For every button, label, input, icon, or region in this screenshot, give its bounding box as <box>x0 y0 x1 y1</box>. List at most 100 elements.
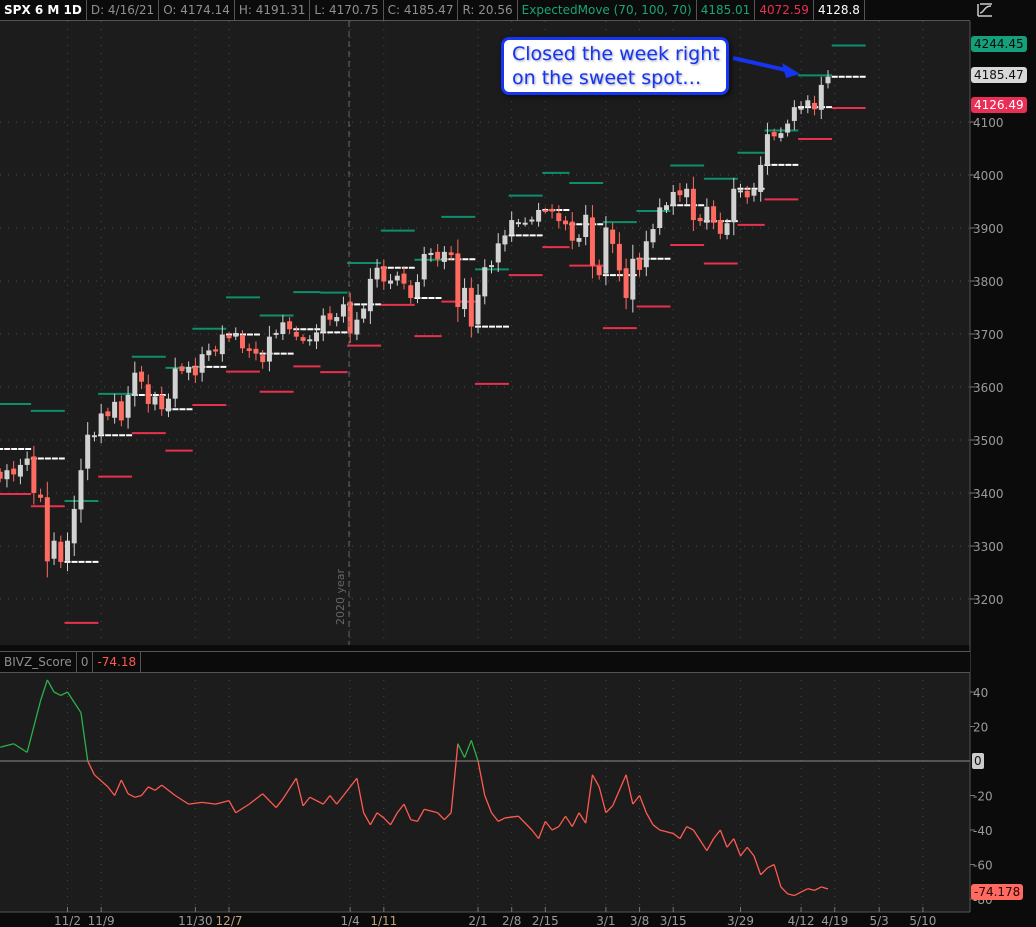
candle-body <box>118 401 124 421</box>
price-chart[interactable]: 3200330034003500360037003800390040004100… <box>0 0 1036 927</box>
candle-body <box>812 102 818 110</box>
candle-body <box>347 301 353 334</box>
candle-body <box>273 332 279 335</box>
time-tick-label: 1/11 <box>370 914 397 927</box>
candle-body <box>112 401 118 418</box>
price-tick-label: 3600 <box>973 381 1004 395</box>
price-tick-label: 3800 <box>973 275 1004 289</box>
candle-body <box>616 243 622 271</box>
candle-body <box>448 252 454 256</box>
candle-body <box>44 497 50 562</box>
candle-body <box>744 190 750 198</box>
annotation-line-2: on the sweet spot… <box>512 67 702 89</box>
candle-body <box>327 313 333 320</box>
annotation-callout[interactable]: Closed the week right on the sweet spot… <box>501 37 729 95</box>
annotation-line-1: Closed the week right <box>512 43 720 65</box>
candle-body <box>401 273 407 284</box>
candle-body <box>78 470 84 510</box>
candle-body <box>152 396 158 405</box>
candle-body <box>340 304 346 317</box>
last-price-badge: 4185.47 <box>971 67 1027 83</box>
candle-body <box>663 205 669 210</box>
osc-tick-label: -20 <box>973 790 993 804</box>
lower-price-badge: 4126.49 <box>971 97 1027 113</box>
candle-body <box>462 287 468 310</box>
candle-body <box>798 107 804 110</box>
candle-body <box>455 253 461 307</box>
candle-body <box>186 366 192 373</box>
candle-body <box>91 435 97 438</box>
oscillator-value: -74.18 <box>93 652 142 672</box>
candle-body <box>697 217 703 222</box>
candle-body <box>441 251 447 262</box>
candle-body <box>132 372 138 397</box>
candle-body <box>145 384 151 404</box>
time-tick-label: 3/1 <box>596 914 615 927</box>
candle-body <box>549 208 555 212</box>
candle-body <box>199 354 205 373</box>
candle-body <box>125 394 131 418</box>
price-tick-label: 4100 <box>973 116 1004 130</box>
candle-body <box>589 217 595 266</box>
candle-body <box>58 541 64 562</box>
oscillator-header: BIVZ_Score 0 -74.18 <box>0 651 970 673</box>
price-tick-label: 3200 <box>973 593 1004 607</box>
candle-body <box>266 336 272 362</box>
time-tick-label: 2/15 <box>532 914 559 927</box>
candle-body <box>408 285 414 298</box>
candle-body <box>825 76 831 84</box>
candle-body <box>31 456 37 493</box>
price-tick-label: 3500 <box>973 434 1004 448</box>
candle-body <box>603 227 609 274</box>
price-tick-label: 4000 <box>973 169 1004 183</box>
candle-body <box>17 464 23 477</box>
osc-tick-label: 40 <box>973 686 988 700</box>
candle-body <box>71 508 77 544</box>
candle-body <box>670 191 676 206</box>
candle-body <box>38 494 44 498</box>
candle-body <box>542 209 548 212</box>
osc-tick-label: -40 <box>973 824 993 838</box>
candle-body <box>172 368 178 399</box>
candle-body <box>771 132 777 137</box>
candle-body <box>206 350 212 356</box>
candle-body <box>563 220 569 225</box>
candle-body <box>414 282 420 298</box>
candle-body <box>637 258 643 270</box>
zero-badge: 0 <box>972 753 984 769</box>
price-tick-label: 3300 <box>973 540 1004 554</box>
candle-body <box>293 331 299 337</box>
price-plot-area <box>0 21 970 645</box>
candle-body <box>381 266 387 282</box>
candle-body <box>711 206 717 223</box>
candle-body <box>85 434 91 469</box>
candle-body <box>791 107 797 121</box>
candle-body <box>785 123 791 133</box>
candle-body <box>623 268 629 298</box>
time-tick-label: 1/4 <box>341 914 360 927</box>
candle-body <box>482 267 488 297</box>
candle-body <box>260 355 266 363</box>
candle-body <box>139 371 145 382</box>
candle-body <box>51 540 57 559</box>
candle-body <box>280 322 286 334</box>
candle-body <box>657 207 663 228</box>
candle-body <box>650 229 656 243</box>
price-tick-label: 3900 <box>973 222 1004 236</box>
oscillator-value-badge: -74.178 <box>971 884 1024 900</box>
candle-body <box>374 267 380 280</box>
candle-body <box>246 348 252 351</box>
oscillator-name[interactable]: BIVZ_Score <box>0 652 77 672</box>
candle-body <box>489 265 494 268</box>
candle-body <box>495 243 501 263</box>
candle-body <box>226 335 232 339</box>
candle-body <box>536 209 542 222</box>
candle-body <box>596 266 602 276</box>
candle-body <box>556 213 562 222</box>
candle-body <box>4 470 10 480</box>
candle-body <box>515 222 521 225</box>
candle-body <box>367 278 373 312</box>
candle-body <box>428 252 434 256</box>
candle-body <box>421 253 427 280</box>
time-tick-label: 3/29 <box>727 914 754 927</box>
